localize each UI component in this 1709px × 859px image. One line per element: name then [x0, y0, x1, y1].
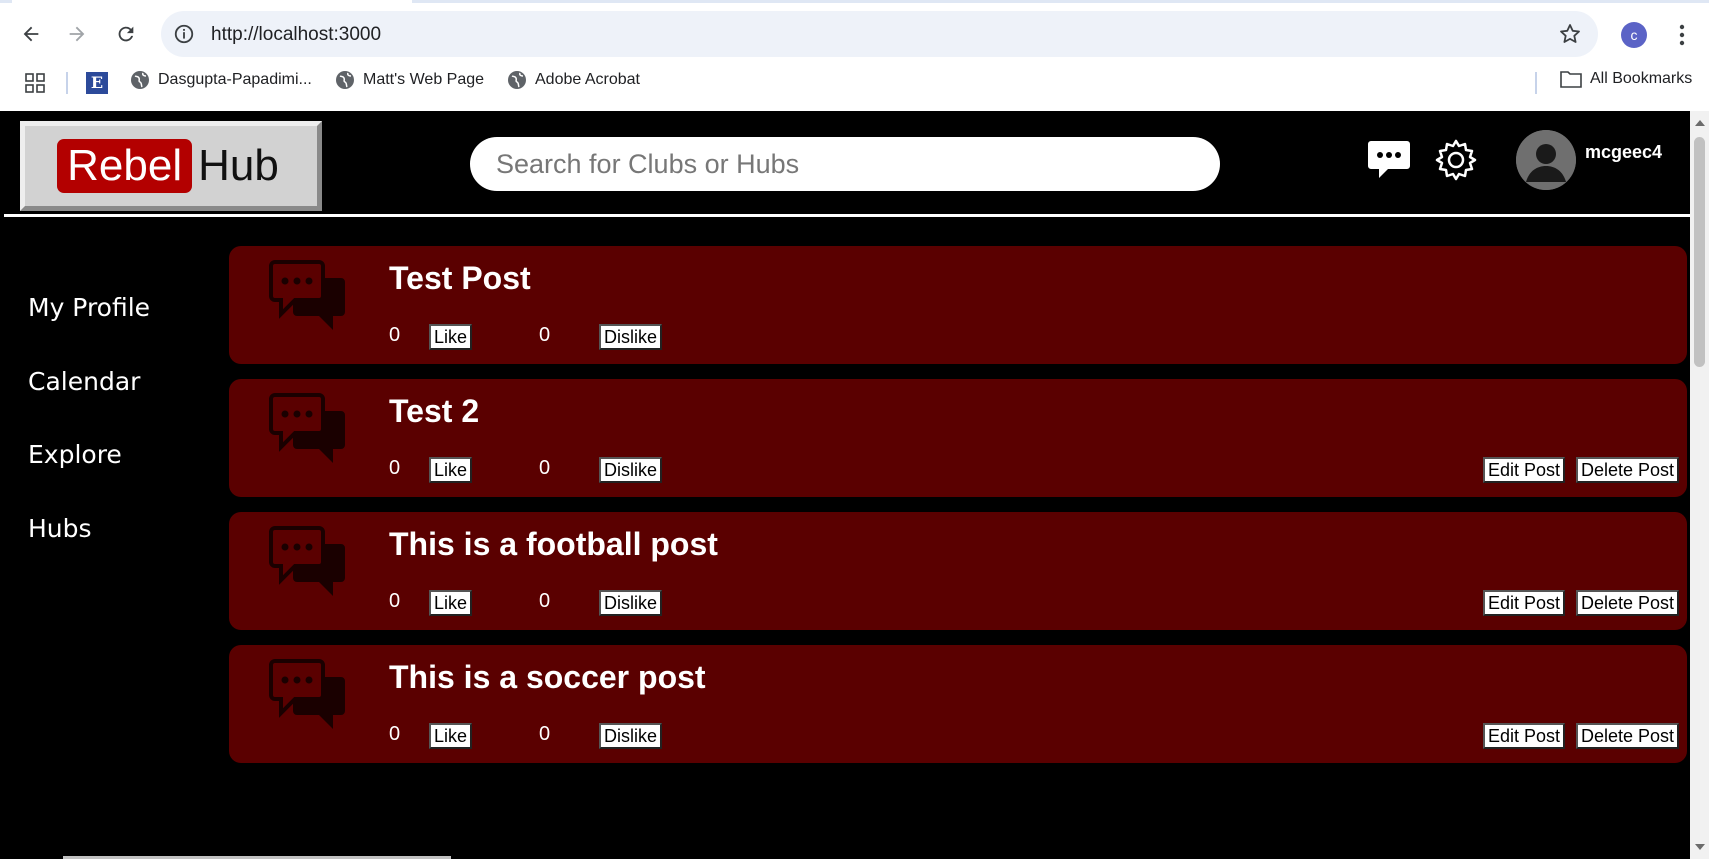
globe-icon [336, 71, 354, 89]
dislike-count: 0 [539, 723, 551, 745]
all-bookmarks[interactable]: All Bookmarks [1560, 70, 1692, 88]
like-count: 0 [389, 590, 401, 612]
bookmark-item[interactable]: Dasgupta-Papadimi... [130, 70, 312, 90]
page-viewport: Rebel Hub mcgeec4 My Profile Calendar Ex… [0, 111, 1690, 859]
url-text: http://localhost:3000 [211, 24, 382, 45]
dislike-count: 0 [539, 590, 551, 612]
like-count: 0 [389, 723, 401, 745]
edit-post-button[interactable]: Edit Post [1483, 723, 1566, 749]
post-card: Test 2 0 Like 0 Dislike Edit Post Delete… [229, 379, 1687, 497]
all-bookmarks-label: All Bookmarks [1590, 70, 1693, 87]
browser-chrome: http://localhost:3000 c E Dasgupta-Papad… [0, 0, 1709, 111]
site-info-icon[interactable] [173, 23, 195, 45]
app-header: Rebel Hub mcgeec4 [4, 111, 1690, 217]
reload-icon[interactable] [109, 17, 143, 51]
bookmark-label: Dasgupta-Papadimi... [158, 71, 312, 88]
dislike-button[interactable]: Dislike [599, 324, 663, 350]
scroll-up-arrow-icon[interactable] [1695, 120, 1705, 126]
bookmark-label: Matt's Web Page [363, 71, 485, 88]
post-title: Test Post [389, 260, 531, 296]
logo-hub-text: Hub [198, 141, 279, 190]
globe-icon [131, 71, 149, 89]
bookmark-label: Adobe Acrobat [535, 71, 640, 88]
apps-grid-icon[interactable] [25, 73, 45, 93]
like-count: 0 [389, 457, 401, 479]
forward-icon[interactable] [60, 17, 94, 51]
sidebar-item-hubs[interactable]: Hubs [28, 514, 92, 543]
delete-post-button[interactable]: Delete Post [1576, 590, 1680, 616]
like-count: 0 [389, 324, 401, 346]
dislike-button[interactable]: Dislike [599, 457, 663, 483]
like-button[interactable]: Like [429, 324, 473, 350]
scroll-down-arrow-icon[interactable] [1695, 844, 1705, 850]
dislike-button[interactable]: Dislike [599, 723, 663, 749]
dislike-button[interactable]: Dislike [599, 590, 663, 616]
edit-post-button[interactable]: Edit Post [1483, 590, 1566, 616]
address-bar[interactable]: http://localhost:3000 [161, 11, 1598, 57]
messages-icon[interactable] [1366, 137, 1412, 183]
back-icon[interactable] [14, 17, 48, 51]
bookmarks-bar: E Dasgupta-Papadimi... Matt's Web Page A… [0, 66, 1709, 100]
delete-post-button[interactable]: Delete Post [1576, 723, 1680, 749]
globe-icon [508, 71, 526, 89]
rebelhub-logo[interactable]: Rebel Hub [20, 121, 322, 211]
chat-bubbles-icon [269, 393, 345, 463]
bookmark-item[interactable]: Adobe Acrobat [507, 70, 640, 90]
post-card: This is a soccer post 0 Like 0 Dislike E… [229, 645, 1687, 763]
like-button[interactable]: Like [429, 457, 473, 483]
post-card: This is a football post 0 Like 0 Dislike… [229, 512, 1687, 630]
e-bookmark-icon[interactable]: E [86, 72, 108, 94]
chat-bubbles-icon [269, 659, 345, 729]
sidebar-nav: My Profile Calendar Explore Hubs [0, 217, 220, 859]
folder-icon [1560, 71, 1582, 88]
vertical-scrollbar[interactable] [1690, 111, 1709, 859]
settings-gear-icon[interactable] [1433, 137, 1479, 183]
user-silhouette-icon [1516, 130, 1576, 190]
post-card: Test Post 0 Like 0 Dislike [229, 246, 1687, 364]
bookmark-star-icon[interactable] [1558, 22, 1582, 46]
sidebar-item-calendar[interactable]: Calendar [28, 367, 140, 396]
username[interactable]: mcgeec4 [1585, 142, 1662, 163]
chat-bubbles-icon [269, 526, 345, 596]
sidebar-item-explore[interactable]: Explore [28, 440, 122, 469]
like-button[interactable]: Like [429, 723, 473, 749]
sidebar-item-my-profile[interactable]: My Profile [28, 293, 150, 322]
dislike-count: 0 [539, 457, 551, 479]
chat-bubbles-icon [269, 260, 345, 330]
user-avatar[interactable] [1516, 130, 1576, 190]
browser-menu-icon[interactable] [1672, 20, 1692, 50]
post-title: This is a soccer post [389, 659, 706, 695]
edit-post-button[interactable]: Edit Post [1483, 457, 1566, 483]
post-title: This is a football post [389, 526, 718, 562]
scrollbar-thumb[interactable] [1694, 137, 1705, 367]
post-title: Test 2 [389, 393, 480, 429]
tab-strip-edge [0, 0, 1709, 3]
search-input[interactable] [470, 137, 1220, 191]
profile-avatar[interactable]: c [1621, 22, 1647, 48]
dislike-count: 0 [539, 324, 551, 346]
delete-post-button[interactable]: Delete Post [1576, 457, 1680, 483]
logo-rebel-text: Rebel [57, 139, 193, 193]
like-button[interactable]: Like [429, 590, 473, 616]
bookmark-item[interactable]: Matt's Web Page [335, 70, 484, 90]
